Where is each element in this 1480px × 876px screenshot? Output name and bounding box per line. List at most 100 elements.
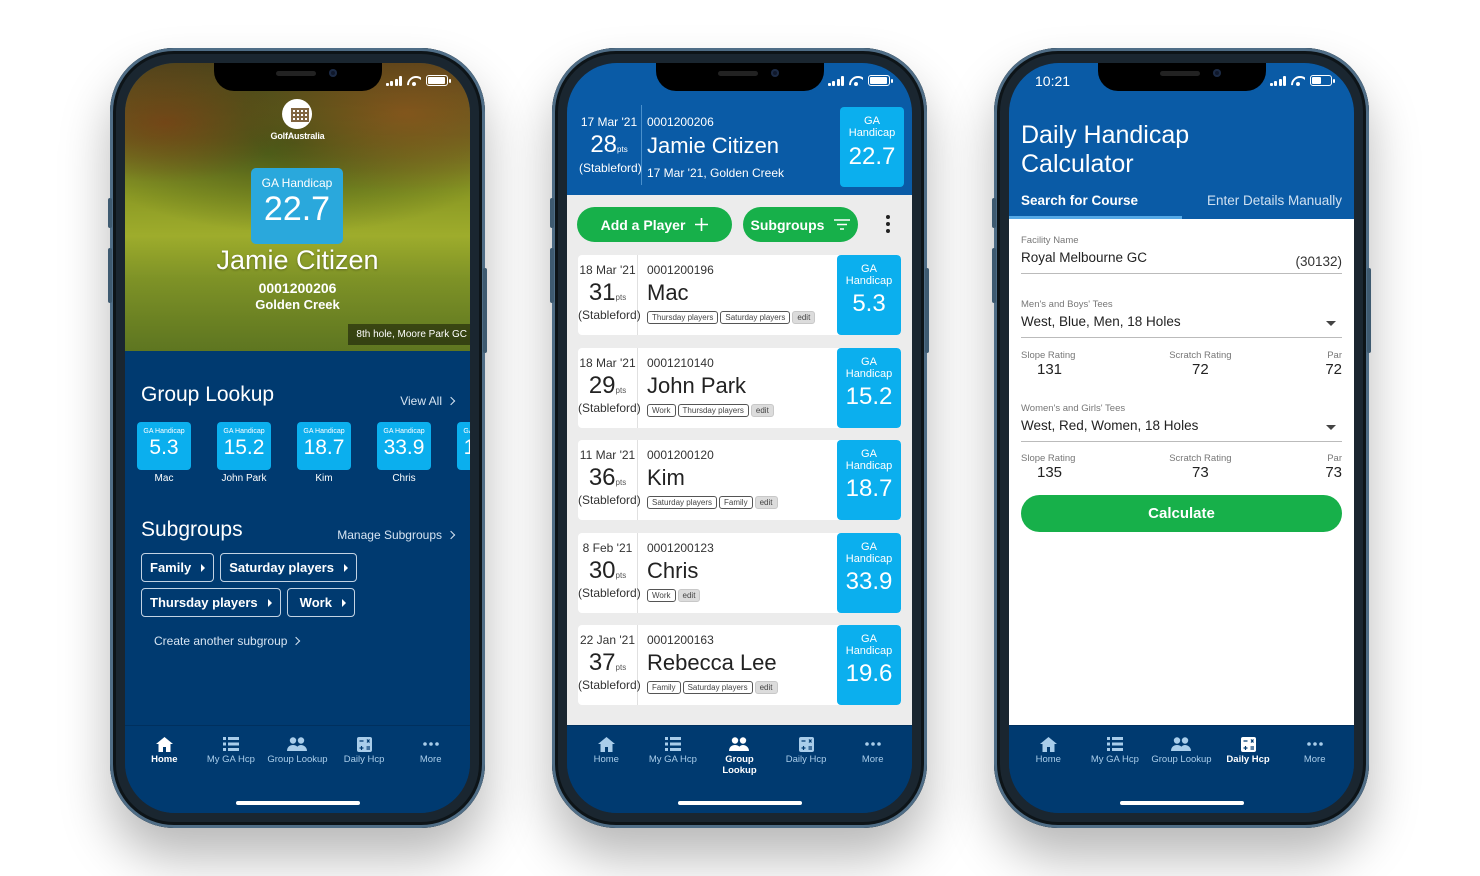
tab-more[interactable]: More [841, 736, 905, 776]
subgroup-chip-family[interactable]: Family [141, 553, 215, 582]
status-bar [125, 71, 470, 91]
subgroup-tag[interactable]: Family [647, 681, 681, 694]
tab-my-ga-hcp[interactable]: My GA Hcp [641, 736, 705, 776]
tab-label: More [419, 754, 442, 765]
home-icon [1016, 736, 1080, 752]
subgroup-tag[interactable]: Thursday players [647, 311, 719, 324]
plus-icon [695, 218, 709, 231]
create-subgroup-link[interactable]: Create another subgroup [154, 634, 301, 648]
calculator-form: Facility Name Royal Melbourne GC (30132) … [1009, 219, 1354, 725]
home-icon [574, 736, 638, 752]
player-card[interactable]: 18 Mar '21 29pts (Stableford) 0001210140 Joh… [578, 347, 901, 428]
subgroup-tag[interactable]: Thursday players [677, 403, 749, 417]
tab-daily-hcp[interactable]: Daily Hcp [1216, 736, 1280, 765]
view-all-link[interactable]: View All [400, 394, 456, 408]
round-summary: 18 Mar '21 29pts (Stableford) [578, 347, 641, 428]
player-card[interactable]: 22 Jan '21 37pts (Stableford) 0001200163 Reb… [578, 625, 901, 705]
group-player-card[interactable]: GA Handicap 5.3 Mac [137, 422, 191, 484]
subgroup-chip-work[interactable]: Work [286, 588, 355, 617]
home-club: Golden Creek [255, 297, 340, 312]
group-lookup-screen: 17 Mar '21 28pts (Stableford) 0001200206… [567, 63, 912, 813]
round-summary: 22 Jan '21 37pts (Stableford) [578, 625, 641, 705]
group-lookup-title: Group Lookup [141, 383, 275, 406]
list-icon [199, 736, 263, 752]
member-id: 0001200120 [647, 448, 714, 462]
member-id: 0001200163 [647, 633, 714, 647]
tab-my-ga-hcp[interactable]: My GA Hcp [199, 736, 263, 765]
group-player-card[interactable]: GA Handicap 15.2 John Park [217, 422, 271, 484]
player-name: Kim [647, 465, 685, 490]
group-player-card[interactable]: GA Handicap 33.9 Chris [377, 422, 431, 484]
facility-field[interactable]: Facility Name Royal Melbourne GC (30132) [1021, 235, 1342, 274]
tab-enter-manually[interactable]: Enter Details Manually [1182, 189, 1355, 219]
subgroup-chip-thursday[interactable]: Thursday players [141, 588, 281, 617]
edit-tags-button[interactable]: edit [792, 311, 816, 324]
tab-bar: Home My GA Hcp Group Lookup Daily Hcp More [567, 725, 912, 813]
edit-tags-button[interactable]: edit [750, 403, 774, 417]
subgroup-tags: Work Thursday players edit [647, 403, 774, 417]
womens-tees-select[interactable]: Women's and Girls' Tees West, Red, Women… [1021, 403, 1342, 442]
subgroup-tag[interactable]: Work [647, 588, 676, 602]
tab-home[interactable]: Home [1016, 736, 1080, 765]
tab-group-lookup[interactable]: Group Lookup [707, 736, 771, 776]
handicap-badge[interactable]: GA Handicap 22.7 [251, 168, 343, 244]
player-card[interactable]: 11 Mar '21 36pts (Stableford) 0001200120 Kim… [578, 440, 901, 520]
handicap-badge: GA Handicap 22.7 [840, 107, 904, 187]
tab-daily-hcp[interactable]: Daily Hcp [774, 736, 838, 776]
caret-right-icon [341, 598, 346, 607]
tab-daily-hcp[interactable]: Daily Hcp [332, 736, 396, 765]
manage-subgroups-link[interactable]: Manage Subgroups [337, 528, 456, 542]
tab-label: More [1303, 754, 1326, 765]
tab-my-ga-hcp[interactable]: My GA Hcp [1083, 736, 1147, 765]
player-name: Jamie Citizen [216, 245, 379, 275]
points-value: 28 [590, 131, 618, 158]
tab-home[interactable]: Home [132, 736, 196, 765]
more-options-icon[interactable] [886, 215, 890, 233]
mens-tees-select[interactable]: Men's and Boys' Tees West, Blue, Men, 18… [1021, 299, 1342, 338]
subgroup-chip-saturday[interactable]: Saturday players [220, 553, 357, 582]
tab-more[interactable]: More [1283, 736, 1347, 765]
scoring-format: (Stableford) [578, 400, 641, 415]
handicap-value: 5.3 [852, 290, 886, 317]
tab-search-course[interactable]: Search for Course [1009, 189, 1182, 219]
status-bar [567, 71, 912, 91]
points-value: 31 [588, 279, 616, 306]
group-players-carousel[interactable]: GA Handicap 5.3 Mac GA Handicap 15.2 John … [137, 422, 470, 484]
subgroup-tag[interactable]: Saturday players [720, 311, 791, 324]
edit-tags-button[interactable]: edit [677, 588, 701, 602]
player-name: Mac [647, 280, 689, 305]
player-card[interactable]: 18 Mar '21 31pts (Stableford) 0001200196 Mac… [578, 255, 901, 335]
power-button [483, 268, 487, 353]
member-id: 0001200206 [647, 115, 714, 129]
womens-par: 73 [1325, 464, 1342, 481]
handicap-value: 33.9 [845, 567, 893, 595]
edit-tags-button[interactable]: edit [754, 681, 778, 694]
tab-label: My GA Hcp [648, 754, 697, 765]
add-player-button[interactable]: Add a Player [577, 207, 732, 242]
home-icon [132, 736, 196, 752]
player-name: Jamie Citizen [647, 133, 780, 158]
round-date: 8 Feb '21 [582, 540, 633, 555]
player-card[interactable]: 8 Feb '21 30pts (Stableford) 0001200123 Chri… [578, 532, 901, 613]
edit-tags-button[interactable]: edit [754, 496, 778, 509]
caret-right-icon [343, 563, 348, 572]
handicap-badge: GA Handicap 19.6 [837, 625, 901, 705]
calculate-button[interactable]: Calculate [1021, 495, 1342, 532]
tab-more[interactable]: More [399, 736, 463, 765]
tab-group-lookup[interactable]: Group Lookup [1149, 736, 1213, 765]
subgroups-filter-button[interactable]: Subgroups [743, 207, 858, 242]
tab-label: Daily Hcp [785, 754, 827, 765]
subgroup-tag[interactable]: Saturday players [682, 681, 753, 694]
tab-group-lookup[interactable]: Group Lookup [265, 736, 329, 765]
mens-slope: 131 [1037, 361, 1063, 378]
subgroup-tag[interactable]: Saturday players [647, 496, 718, 509]
subgroup-tag[interactable]: Family [719, 496, 753, 509]
tab-label: Home [1035, 754, 1061, 765]
group-player-card[interactable]: GA Handicap 18.7 Kim [297, 422, 351, 484]
tab-home[interactable]: Home [574, 736, 638, 776]
subgroup-tags: Family Saturday players edit [647, 681, 778, 694]
group-player-card[interactable]: GA Handicap19.6 Re [457, 422, 470, 484]
scoring-format: (Stableford) [578, 493, 641, 507]
phone-group-lookup: 17 Mar '21 28pts (Stableford) 0001200206… [550, 48, 929, 828]
subgroup-tag[interactable]: Work [647, 403, 676, 417]
